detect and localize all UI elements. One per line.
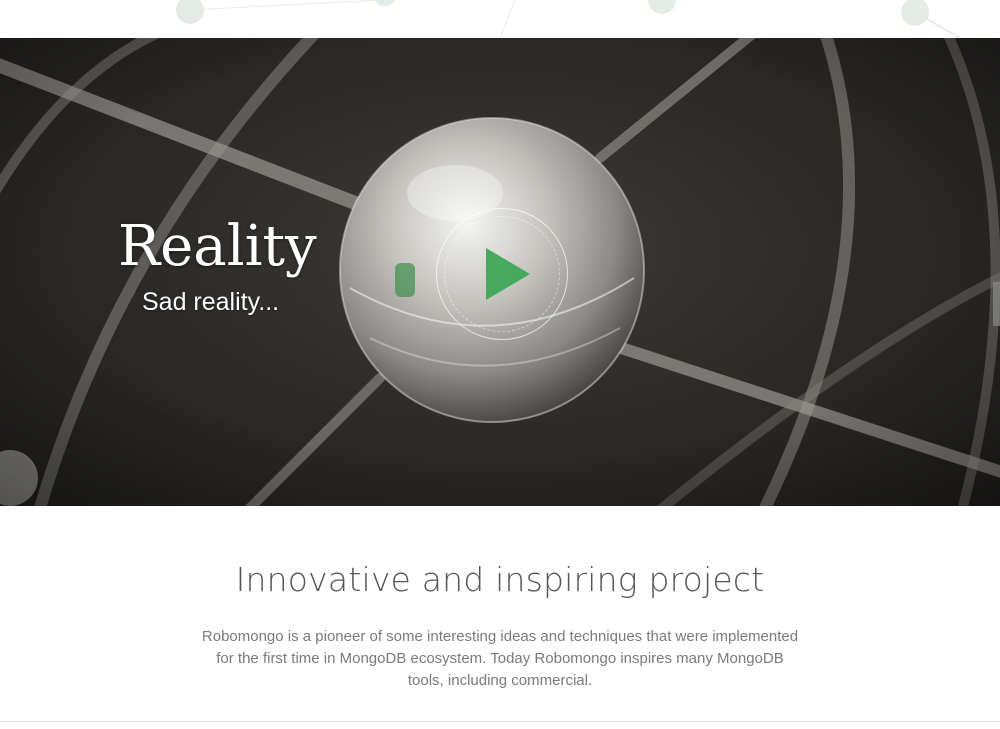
play-icon (486, 248, 530, 300)
side-scroll-handle[interactable] (993, 282, 1000, 326)
hero-video-banner[interactable]: Reality Sad reality... (0, 38, 1000, 506)
project-info-section: Innovative and inspiring project Robomon… (0, 506, 1000, 721)
hero-subtitle: Sad reality... (142, 288, 280, 316)
section-divider (0, 721, 1000, 722)
play-video-button[interactable] (436, 208, 568, 340)
section-title: Innovative and inspiring project (235, 560, 765, 599)
molecule-decoration-icon (176, 0, 961, 38)
top-decoration (0, 0, 1000, 38)
hero-title: Reality (118, 214, 317, 279)
section-description: Robomongo is a pioneer of some interesti… (201, 628, 799, 689)
